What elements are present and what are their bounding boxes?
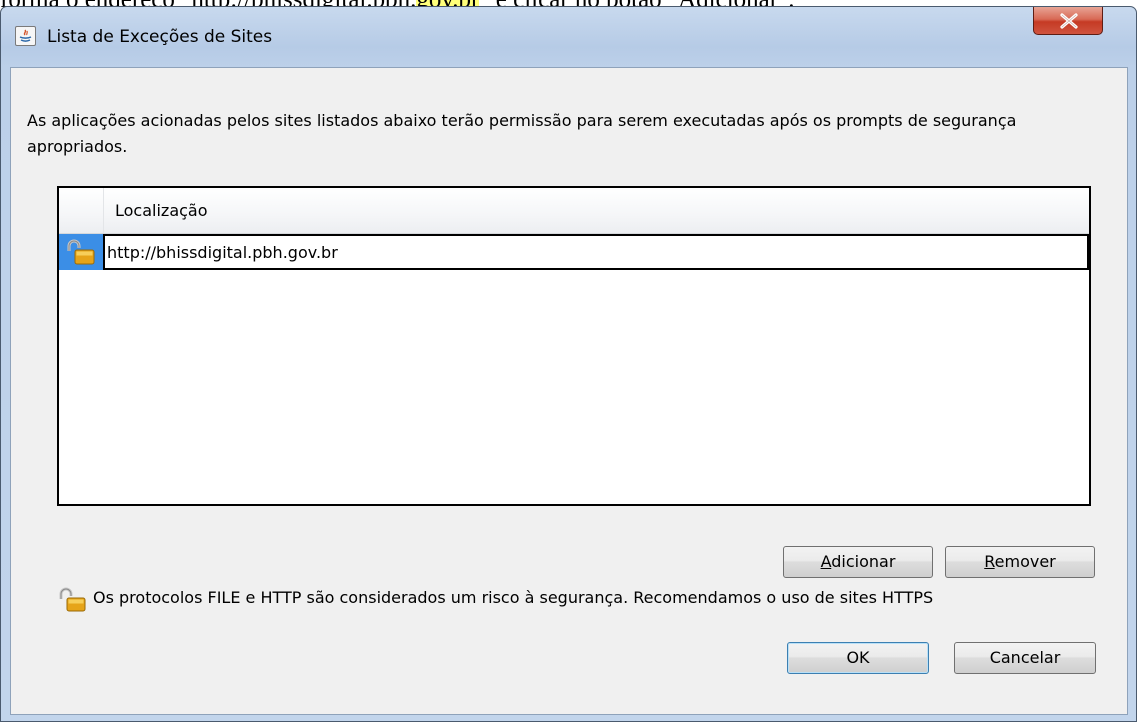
unlocked-padlock-icon	[67, 239, 95, 265]
close-icon	[1060, 13, 1078, 29]
security-warning: Os protocolos FILE e HTTP são considerad…	[57, 586, 1117, 616]
row-icon-cell	[59, 234, 103, 270]
cancel-button[interactable]: Cancelar	[954, 642, 1096, 674]
unlocked-padlock-icon	[59, 587, 86, 612]
site-url-input[interactable]	[103, 234, 1089, 270]
dialog-content: As aplicações acionadas pelos sites list…	[10, 67, 1128, 715]
title-bar[interactable]: Lista de Exceções de Sites	[1, 7, 1136, 57]
column-header-location[interactable]: Localização	[115, 201, 208, 220]
header-divider	[103, 188, 104, 233]
dialog-description: As aplicações acionadas pelos sites list…	[27, 111, 1017, 156]
remove-button-mnemonic: R	[984, 552, 995, 571]
site-list-table[interactable]: Localização	[57, 186, 1091, 506]
table-row[interactable]	[59, 234, 1089, 270]
exception-site-list-dialog: Lista de Exceções de Sites As aplicações…	[0, 6, 1137, 722]
add-button-label-rest: dicionar	[831, 552, 896, 571]
java-icon	[15, 26, 36, 46]
window-title: Lista de Exceções de Sites	[47, 27, 273, 47]
add-button[interactable]: Adicionar	[783, 546, 933, 578]
remove-button-label-rest: emover	[994, 552, 1056, 571]
security-warning-text: Os protocolos FILE e HTTP são considerad…	[93, 588, 934, 607]
add-button-mnemonic: A	[820, 552, 832, 571]
ok-button[interactable]: OK	[787, 642, 929, 674]
remove-button[interactable]: Remover	[945, 546, 1095, 578]
close-button[interactable]	[1033, 7, 1103, 35]
table-header: Localização	[59, 188, 1089, 234]
